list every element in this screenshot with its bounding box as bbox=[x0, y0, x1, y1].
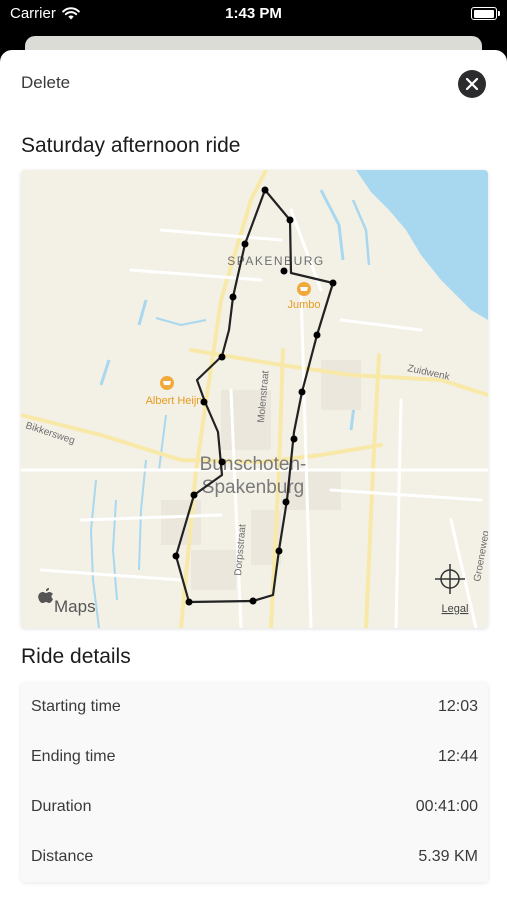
detail-value: 12:03 bbox=[437, 698, 478, 715]
albert-heijn-poi-icon[interactable] bbox=[160, 376, 174, 390]
close-icon bbox=[465, 77, 479, 91]
detail-label: Starting time bbox=[31, 698, 121, 715]
detail-label: Duration bbox=[31, 798, 92, 815]
jumbo-poi-icon[interactable] bbox=[297, 282, 311, 296]
detail-label: Distance bbox=[31, 848, 94, 865]
ride-sheet: Delete Saturday afternoon ride SPAKENBUR… bbox=[0, 50, 507, 900]
map-label-albert-heijn: Albert Heijn bbox=[146, 395, 203, 407]
status-time: 1:43 PM bbox=[225, 5, 282, 22]
detail-value: 00:41:00 bbox=[415, 798, 478, 815]
detail-row-starting-time: Starting time 12:03 bbox=[21, 682, 488, 732]
maps-logo-text: Maps bbox=[54, 597, 96, 616]
delete-button[interactable]: Delete bbox=[21, 73, 70, 93]
battery-level bbox=[473, 9, 494, 18]
map-label-jumbo: Jumbo bbox=[287, 299, 320, 311]
battery-icon bbox=[471, 7, 500, 20]
ride-details-title: Ride details bbox=[21, 645, 131, 668]
detail-value: 5.39 KM bbox=[418, 848, 478, 865]
route-map[interactable]: SPAKENBURG Jumbo Albert Heijn Bunschoten… bbox=[21, 170, 488, 628]
detail-row-distance: Distance 5.39 KM bbox=[21, 832, 488, 882]
detail-row-duration: Duration 00:41:00 bbox=[21, 782, 488, 832]
detail-value: 12:44 bbox=[437, 748, 478, 765]
detail-row-ending-time: Ending time 12:44 bbox=[21, 732, 488, 782]
detail-label: Ending time bbox=[31, 748, 116, 765]
ride-details-card: Starting time 12:03 Ending time 12:44 Du… bbox=[21, 682, 488, 882]
close-button[interactable] bbox=[458, 70, 486, 98]
ride-title: Saturday afternoon ride bbox=[21, 134, 241, 157]
status-bar: Carrier 1:43 PM bbox=[0, 0, 507, 30]
legal-link[interactable]: Legal bbox=[442, 603, 469, 615]
